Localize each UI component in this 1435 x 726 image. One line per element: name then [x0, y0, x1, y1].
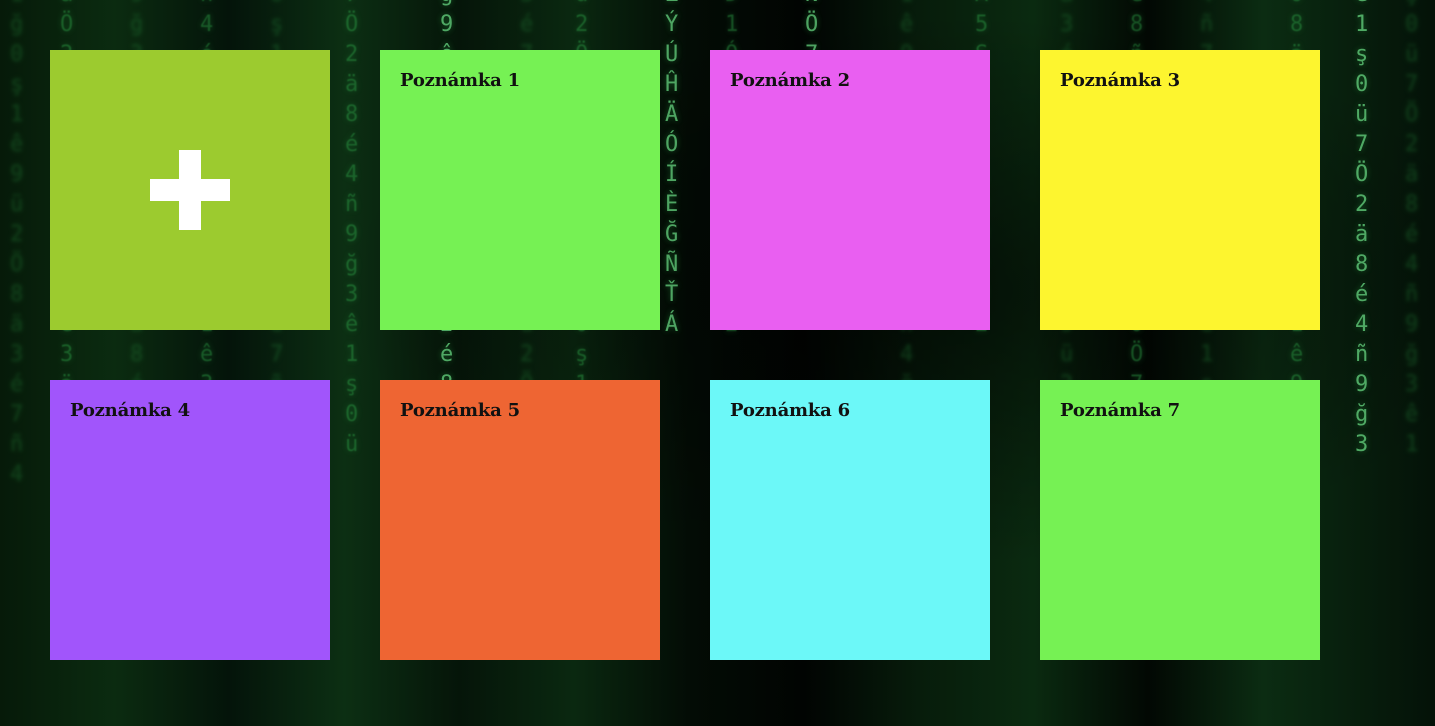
add-note-button[interactable] — [50, 50, 330, 330]
plus-icon — [150, 150, 230, 230]
code-rain-column: ê1ş0ü7Ö2ä8é4ñ9ğ3 — [1355, 0, 1369, 457]
note-title: Poznámka 3 — [1060, 70, 1181, 91]
note-title: Poznámka 5 — [400, 400, 521, 421]
note-card[interactable]: Poznámka 3 — [1040, 50, 1320, 330]
note-title: Poznámka 6 — [730, 400, 851, 421]
note-card[interactable]: Poznámka 5 — [380, 380, 660, 660]
note-title: Poznámka 1 — [400, 70, 521, 91]
note-title: Poznámka 7 — [1060, 400, 1181, 421]
notes-grid: Poznámka 1 Poznámka 2 Poznámka 3 Poznámk… — [50, 50, 1320, 660]
note-card[interactable]: Poznámka 1 — [380, 50, 660, 330]
note-title: Poznámka 2 — [730, 70, 851, 91]
code-rain-column: ş0ü7Ö2ä8é4ñ9ğ3ê1 — [1405, 0, 1419, 457]
note-card[interactable]: Poznámka 4 — [50, 380, 330, 660]
note-card[interactable]: Poznámka 6 — [710, 380, 990, 660]
note-card[interactable]: Poznámka 7 — [1040, 380, 1320, 660]
note-card[interactable]: Poznámka 2 — [710, 50, 990, 330]
note-title: Poznámka 4 — [70, 400, 191, 421]
code-rain-column: 1ğ0ş1ê9ü2Ö8ä3é7ñ4 — [10, 0, 24, 487]
